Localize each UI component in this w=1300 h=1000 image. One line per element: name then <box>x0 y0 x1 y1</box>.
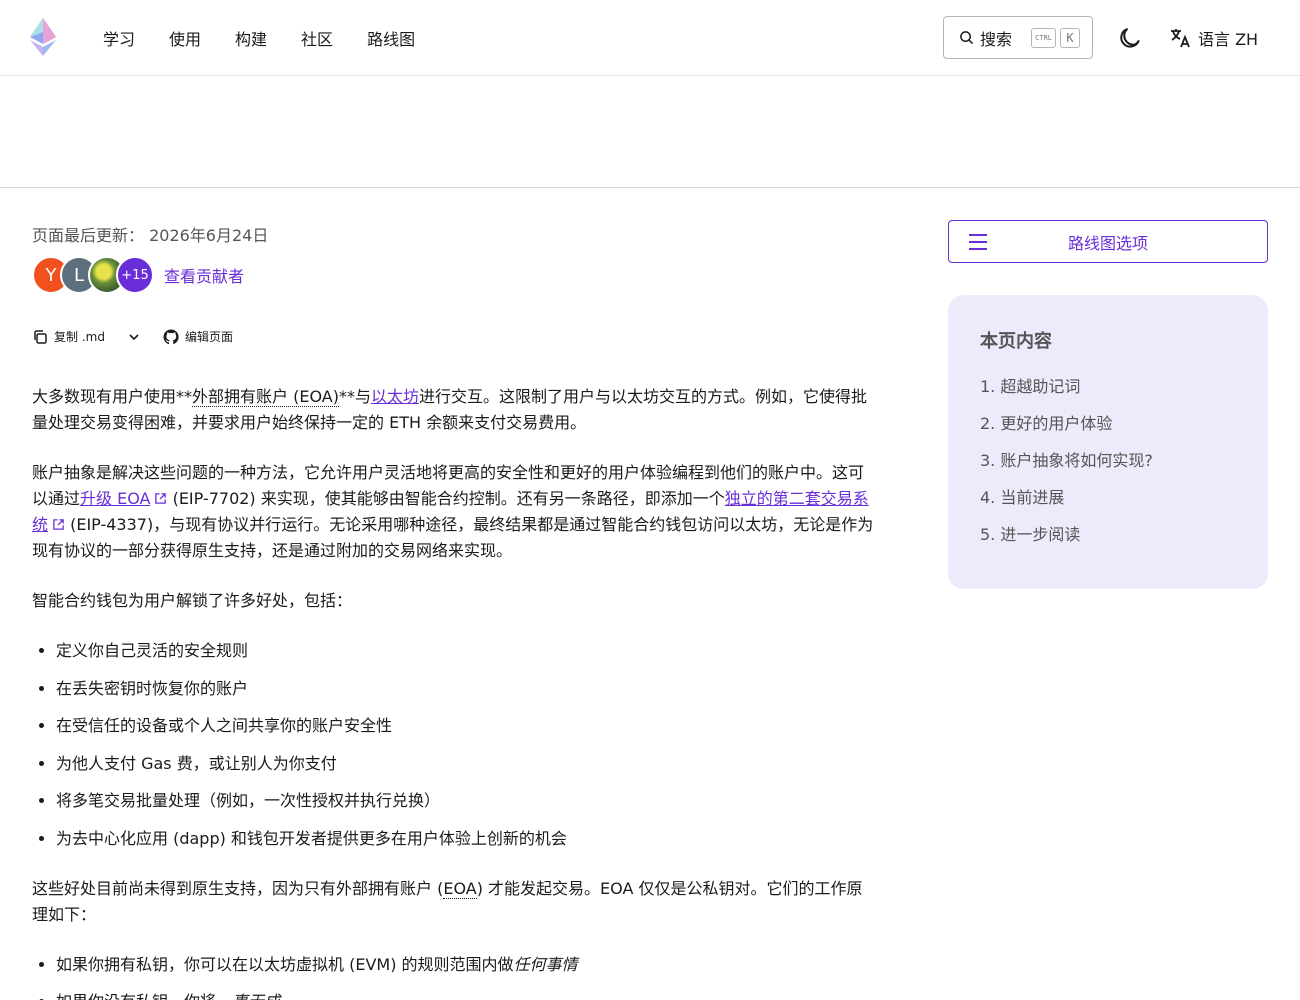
edit-page-button[interactable]: 编辑页面 <box>163 328 233 345</box>
toc-item[interactable]: 4. 当前进展 <box>980 486 1236 509</box>
toc-item[interactable]: 2. 更好的用户体验 <box>980 412 1236 435</box>
paragraph: 这些好处目前尚未得到原生支持，因为只有外部拥有账户 (EOA) 才能发起交易。E… <box>32 876 878 928</box>
table-of-contents: 本页内容 1. 超越助记词 2. 更好的用户体验 3. 账户抽象将如何实现? 4… <box>948 295 1268 589</box>
copy-icon <box>34 329 47 344</box>
roadmap-options-button[interactable]: 路线图选项 <box>948 220 1268 263</box>
search-shortcut: CTRL K <box>1031 27 1080 48</box>
copy-md-label: 复制 .md <box>54 330 105 344</box>
external-link-icon <box>155 493 167 504</box>
paragraph: 大多数现有用户使用**外部拥有账户 (EOA)**与以太坊进行交互。这限制了用户… <box>32 384 878 436</box>
toc-item[interactable]: 5. 进一步阅读 <box>980 523 1236 546</box>
edit-page-label: 编辑页面 <box>184 330 233 344</box>
search-label: 搜索 <box>980 29 1013 49</box>
paragraph: 账户抽象是解决这些问题的一种方法，它允许用户灵活地将更高的安全性和更好的用户体验… <box>32 460 878 564</box>
benefits-list: 定义你自己灵活的安全规则 在丢失密钥时恢复你的账户 在受信任的设备或个人之间共享… <box>56 638 878 852</box>
list-item: 为他人支付 Gas 费，或让别人为你支付 <box>56 751 878 777</box>
eoa-abbr[interactable]: 外部拥有账户 (EOA) <box>192 387 339 407</box>
paragraph: 智能合约钱包为用户解锁了许多好处，包括： <box>32 591 353 610</box>
text: (EIP-7702) 来实现，使其能够由智能合约控制。还有另一条路径，即添加一个 <box>167 489 725 508</box>
nav-community[interactable]: 社区 <box>301 26 333 50</box>
language-button[interactable]: 语言 ZH <box>1168 24 1258 52</box>
list-item: 定义你自己灵活的安全规则 <box>56 638 878 664</box>
nav-learn[interactable]: 学习 <box>103 26 135 50</box>
eoa-list: 如果你拥有私钥，你可以在以太坊虚拟机 (EVM) 的规则范围内做任何事情 如果你… <box>56 952 878 1000</box>
moon-icon[interactable] <box>1116 24 1144 52</box>
upgrade-eoa-label: 升级 EOA <box>80 489 151 508</box>
copy-md-button[interactable]: 复制 .md <box>32 328 105 345</box>
nav-build[interactable]: 构建 <box>235 26 267 50</box>
roadmap-options-label: 路线图选项 <box>1067 233 1148 253</box>
translate-icon <box>1171 29 1190 48</box>
kbd-k: K <box>1060 27 1080 48</box>
page-toolbar: 复制 .md 编辑页面 <box>32 328 233 345</box>
nav-roadmap[interactable]: 路线图 <box>367 26 415 50</box>
banner-area <box>0 76 1300 188</box>
text: 如果你没有私钥，你将 <box>56 992 216 1000</box>
emphasis: 一事无成 <box>216 992 280 1000</box>
contributors: Y L +15 查看贡献者 <box>32 256 244 294</box>
eoa-abbr[interactable]: EOA <box>443 878 477 899</box>
search-button[interactable]: 搜索 CTRL K <box>943 16 1093 59</box>
list-item: 在丢失密钥时恢复你的账户 <box>56 676 878 702</box>
site-header: 学习 使用 构建 社区 路线图 搜索 CTRL K 语言 ZH <box>0 0 1300 76</box>
kbd-ctrl: CTRL <box>1031 27 1056 48</box>
search-icon <box>960 31 974 45</box>
text: **与 <box>338 387 371 406</box>
list-item: 在受信任的设备或个人之间共享你的账户安全性 <box>56 713 878 739</box>
main-nav: 学习 使用 构建 社区 路线图 <box>103 0 415 75</box>
text: 大多数现有用户使用** <box>32 387 193 406</box>
list-item: 将多笔交易批量处理（例如，一次性授权并执行兑换） <box>56 788 878 814</box>
text: 这些好处目前尚未得到原生支持，因为只有外部拥有账户 ( <box>32 878 444 898</box>
toc-item[interactable]: 3. 账户抽象将如何实现? <box>980 449 1236 472</box>
last-updated: 页面最后更新： 2026年6月24日 <box>32 226 269 245</box>
view-contributors-link[interactable]: 查看贡献者 <box>164 263 244 287</box>
upgrade-eoa-link[interactable]: 升级 EOA <box>80 489 167 508</box>
emphasis: 任何事情 <box>513 954 578 974</box>
text: (EIP-4337)，与现有协议并行运行。无论采用哪种途径，最终结果都是通过智能… <box>32 515 874 560</box>
github-icon <box>163 328 179 344</box>
list-item: 为去中心化应用 (dapp) 和钱包开发者提供更多在用户体验上创新的机会 <box>56 826 878 852</box>
avatar-more-count[interactable]: +15 <box>116 256 154 294</box>
toc-title: 本页内容 <box>980 331 1052 352</box>
list-item: 如果你拥有私钥，你可以在以太坊虚拟机 (EVM) 的规则范围内做任何事情 <box>56 952 878 978</box>
language-label: 语言 ZH <box>1198 30 1259 49</box>
external-link-icon <box>53 519 64 530</box>
nav-use[interactable]: 使用 <box>169 26 201 50</box>
text: 如果你拥有私钥，你可以在以太坊虚拟机 (EVM) 的规则范围内做 <box>56 954 514 974</box>
article-body: 大多数现有用户使用**外部拥有账户 (EOA)**与以太坊进行交互。这限制了用户… <box>32 384 878 1000</box>
list-item: 如果你没有私钥，你将一事无成 <box>56 989 878 1000</box>
toc-item[interactable]: 1. 超越助记词 <box>980 375 1236 398</box>
chevron-down-icon[interactable] <box>127 330 141 344</box>
ethereum-link[interactable]: 以太坊 <box>371 387 419 406</box>
ethereum-logo-icon[interactable] <box>30 18 56 56</box>
